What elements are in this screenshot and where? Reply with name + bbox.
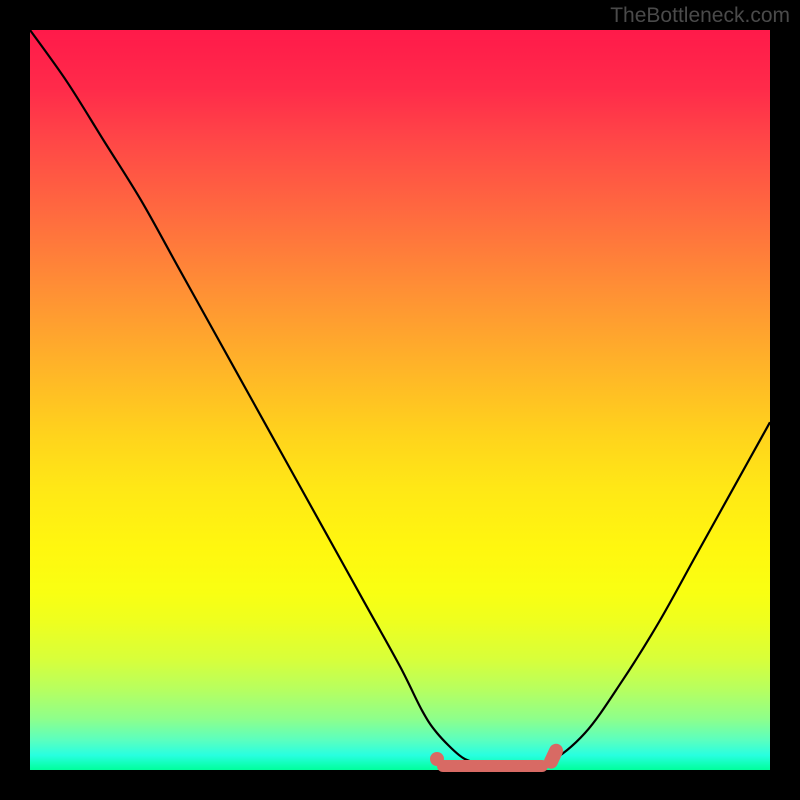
optimal-region-marker	[437, 760, 548, 772]
bottleneck-curve	[30, 30, 770, 770]
chart-plot-area	[30, 30, 770, 770]
watermark-text: TheBottleneck.com	[610, 4, 790, 28]
